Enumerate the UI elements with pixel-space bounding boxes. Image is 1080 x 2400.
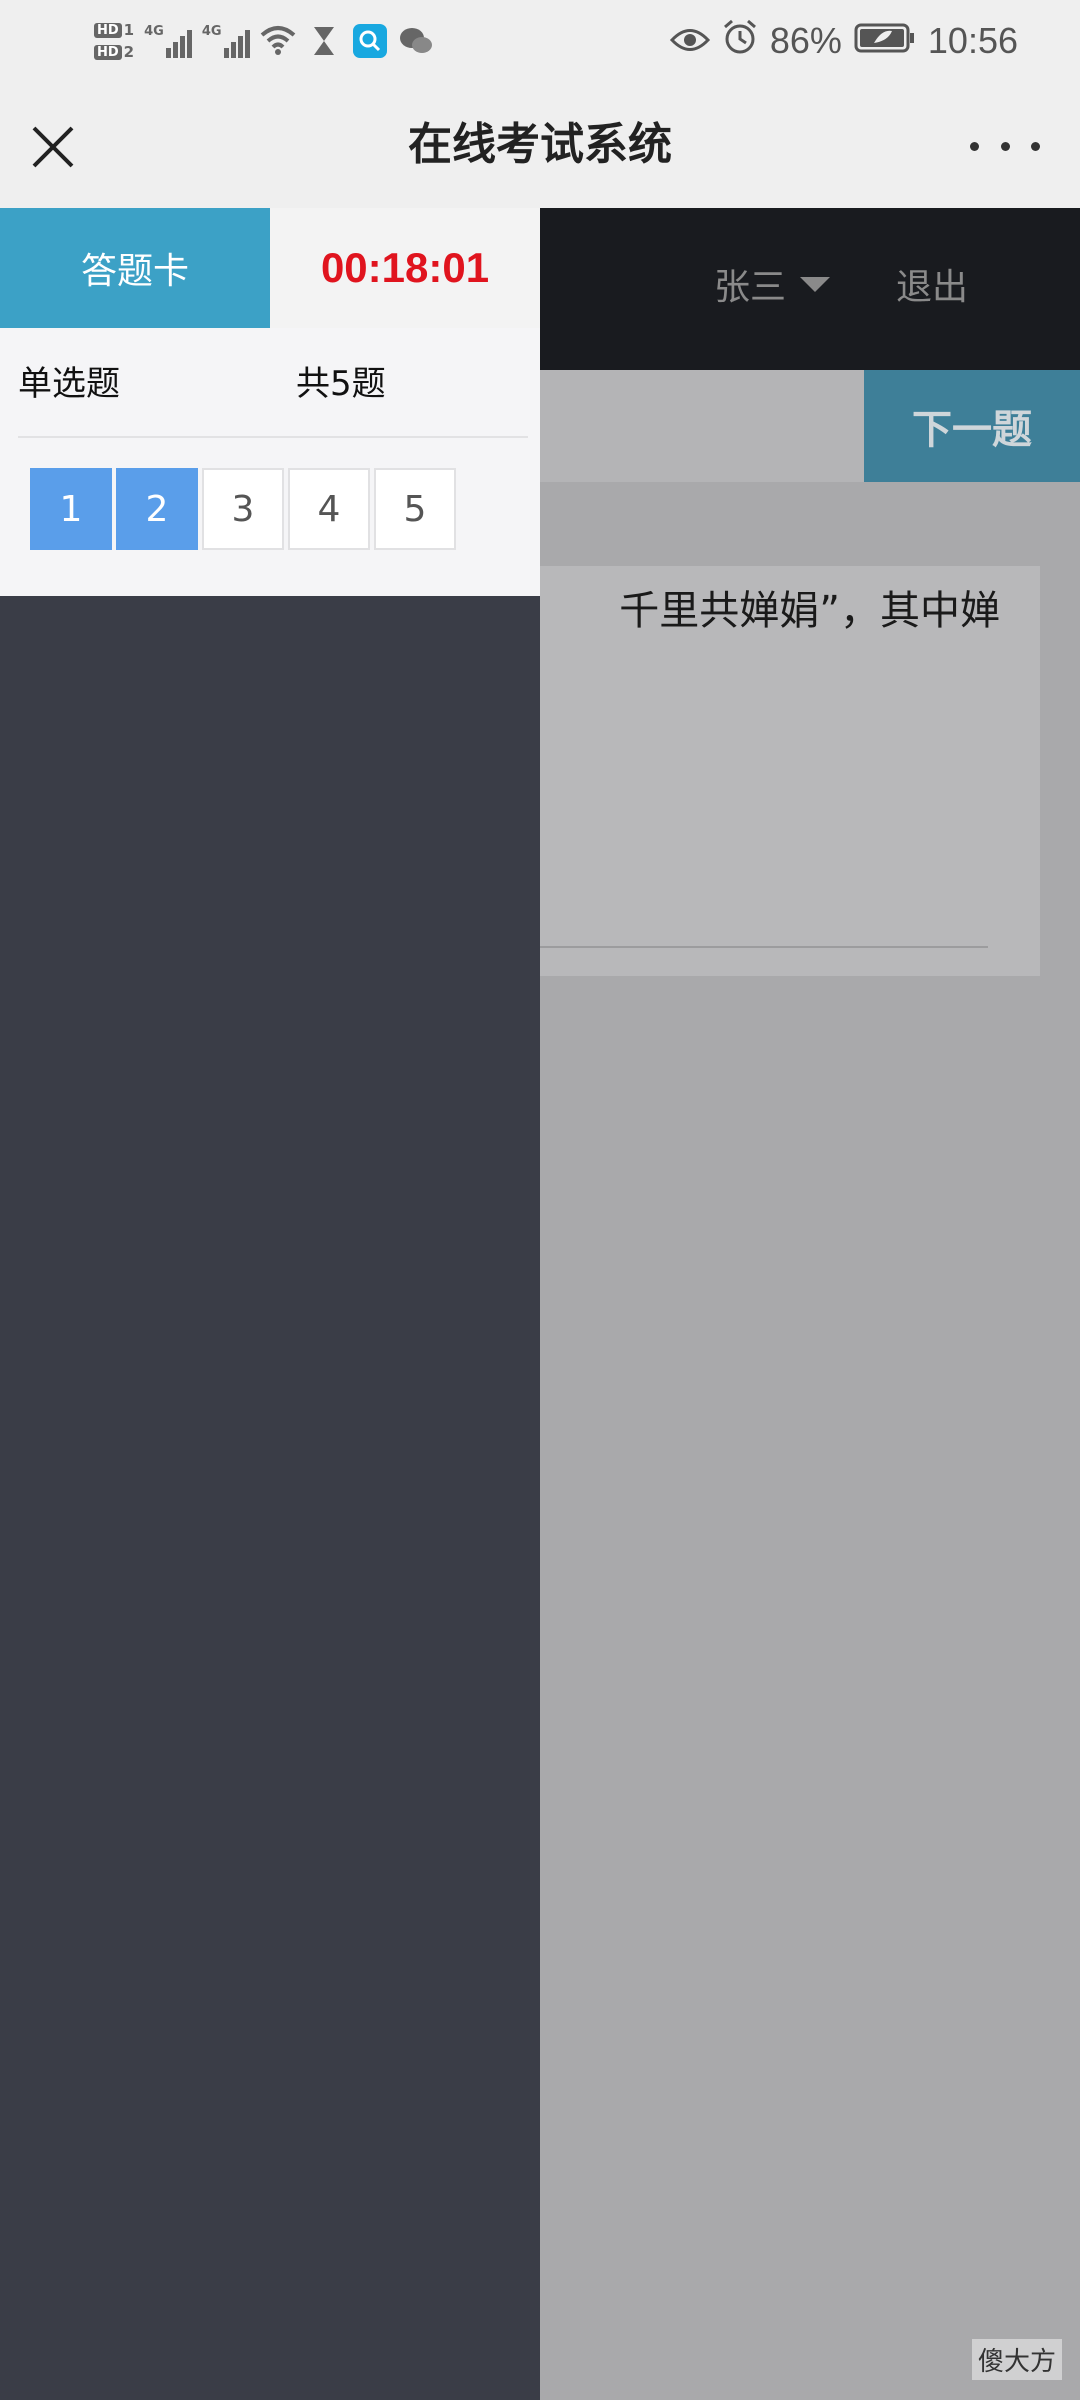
tab-answer-card[interactable]: 答题卡 (0, 208, 270, 328)
battery-percent: 86% (769, 20, 842, 61)
sim2-hd: HD (94, 44, 122, 60)
sim1-hd: HD (94, 22, 122, 38)
wechat-icon (398, 23, 434, 59)
status-left: HD 1 HD 2 4G 4G (94, 6, 434, 76)
question-number-button[interactable]: 2 (116, 468, 198, 550)
question-number-grid: 1 2 3 4 5 (30, 468, 456, 550)
close-icon[interactable] (26, 120, 80, 174)
sim1-slot: 1 (123, 21, 135, 39)
question-number-button[interactable]: 4 (288, 468, 370, 550)
battery-icon (854, 20, 916, 62)
section-count: 共5题 (296, 364, 386, 404)
wifi-icon (260, 23, 296, 59)
caret-down-icon (800, 276, 831, 292)
question-number-button[interactable]: 5 (374, 468, 456, 550)
user-name: 张三 (714, 267, 787, 308)
next-question-button[interactable]: 下一题 (864, 370, 1080, 482)
hourglass-icon (306, 23, 342, 59)
more-icon[interactable] (970, 126, 1040, 166)
status-right: 86% 10:56 (669, 0, 1018, 82)
signal-icon: 4G (144, 24, 192, 58)
countdown-timer: 00:18:01 (270, 208, 540, 328)
network2-label: 4G (201, 24, 222, 39)
user-menu[interactable]: 张三 (714, 258, 831, 310)
sim2-badge: HD 2 (94, 43, 134, 61)
question-number-button[interactable]: 3 (202, 468, 284, 550)
section-divider (18, 436, 528, 438)
section-label: 单选题 (18, 364, 120, 404)
signal-icon-2: 4G (202, 24, 250, 58)
clock-time: 10:56 (927, 20, 1018, 61)
watermark: 傻大方 (971, 2339, 1062, 2380)
answer-card-panel: 答题卡 00:18:01 单选题 共5题 1 2 3 4 5 (0, 208, 540, 596)
page-title: 在线考试系统 (408, 119, 672, 170)
status-bar: HD 1 HD 2 4G 4G 86% 10:56 (0, 0, 1080, 82)
sim-indicators: HD 1 HD 2 (94, 21, 134, 61)
title-bar: 在线考试系统 (0, 82, 1080, 208)
sim1-badge: HD 1 (94, 21, 134, 39)
logout-link[interactable]: 退出 (896, 258, 968, 310)
answer-card-drawer: 答题卡 00:18:01 单选题 共5题 1 2 3 4 5 (0, 208, 540, 2400)
eye-icon (669, 20, 710, 62)
alarm-icon (722, 19, 758, 64)
network1-label: 4G (144, 24, 164, 39)
sim2-slot: 2 (123, 43, 135, 61)
search-app-icon (352, 23, 388, 59)
question-number-button[interactable]: 1 (30, 468, 112, 550)
